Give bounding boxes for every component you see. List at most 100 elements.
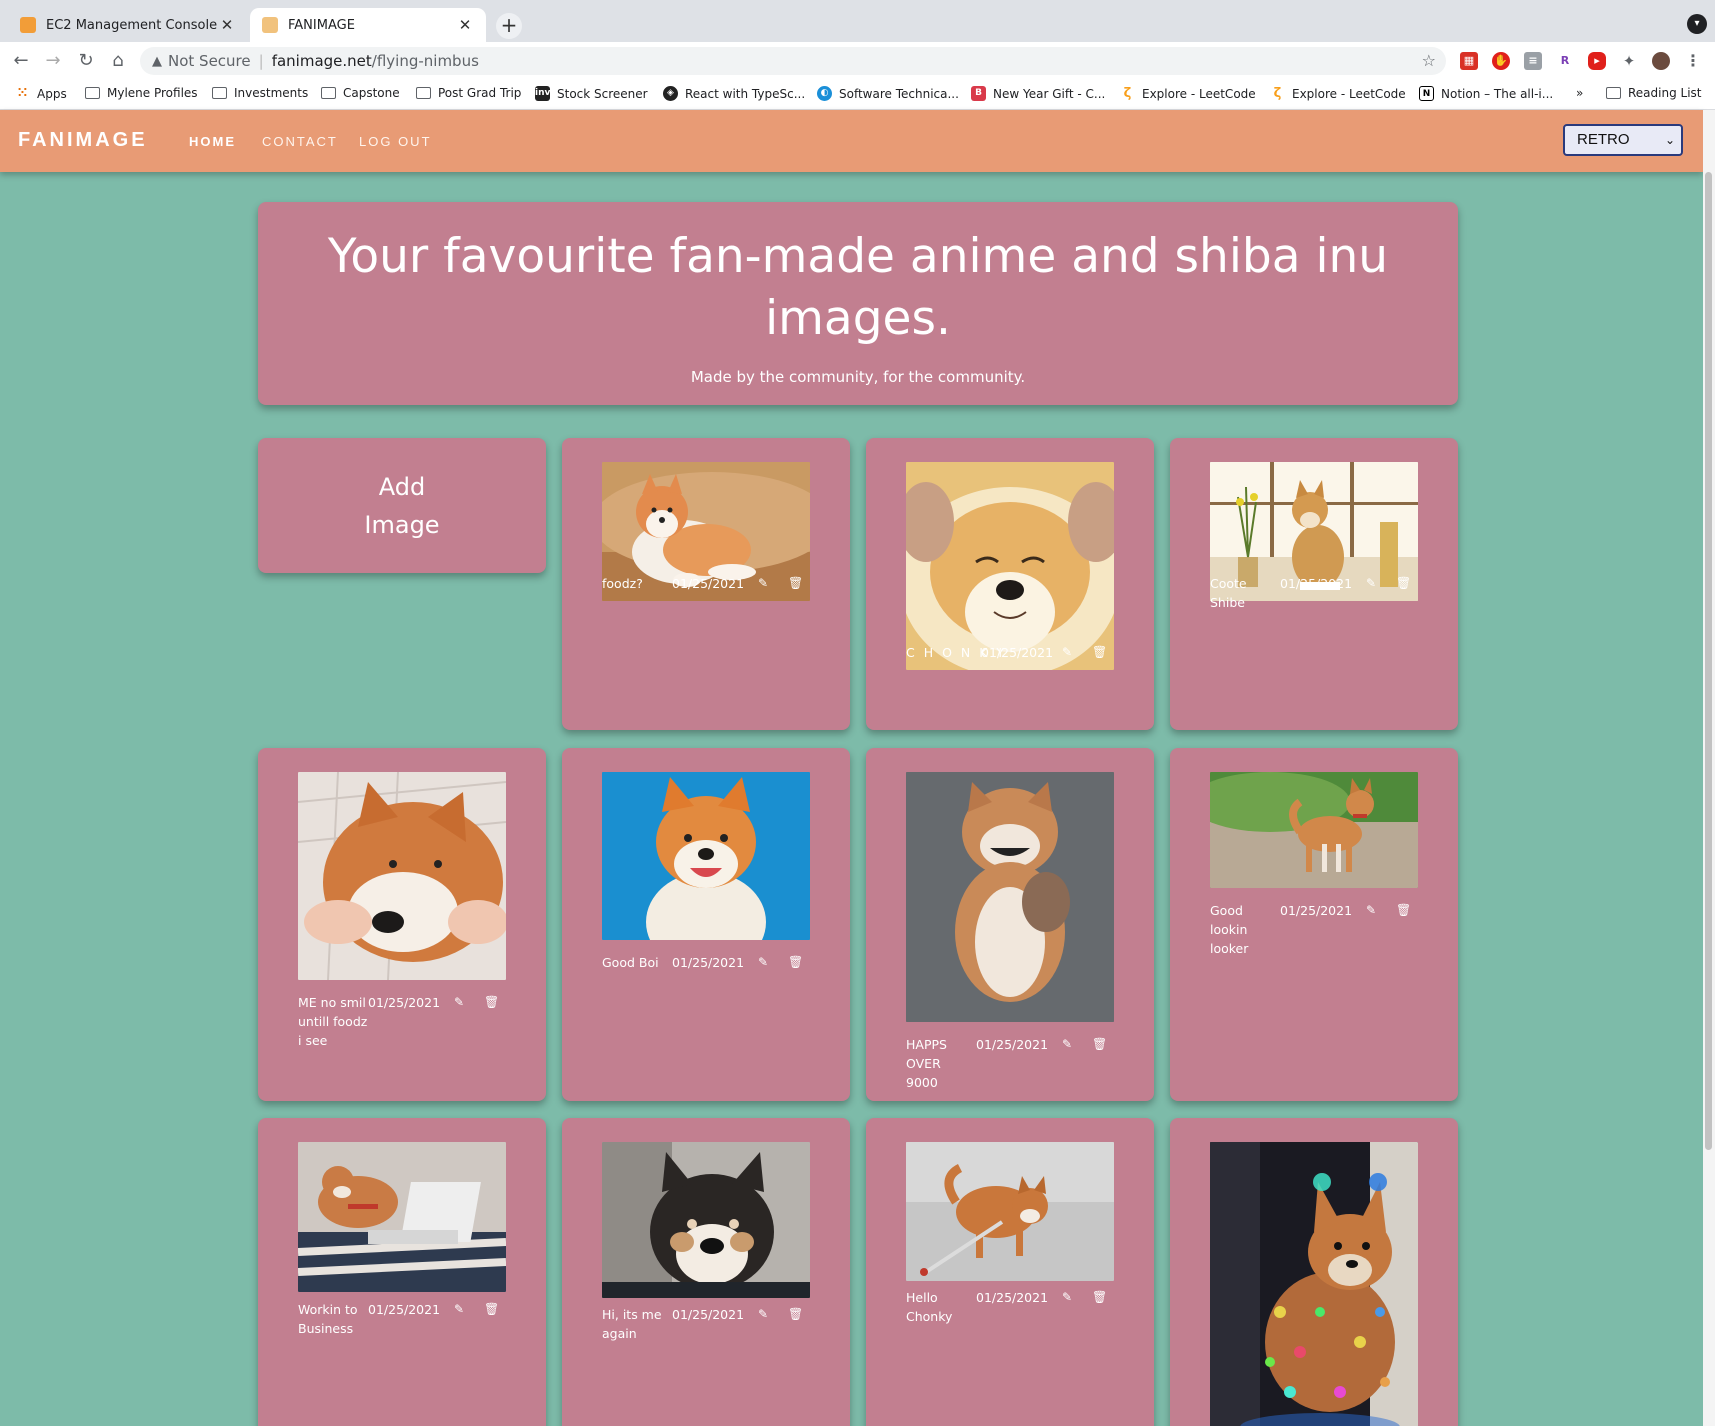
edit-icon[interactable]: ✎: [1366, 574, 1376, 593]
close-icon[interactable]: ✕: [456, 16, 474, 34]
shiba-photo[interactable]: [1210, 772, 1418, 888]
card-caption: Good lookin looker: [1210, 903, 1249, 956]
nav-contact[interactable]: CONTACT: [262, 134, 338, 149]
site-header: FANIMAGE HOME CONTACT LOG OUT RETRO ⌄: [0, 110, 1703, 172]
card-date: 01/25/2021: [672, 1307, 745, 1322]
bookmark-star-icon[interactable]: ☆: [1422, 51, 1436, 70]
bookmark-label: New Year Gift - C...: [993, 86, 1106, 101]
edit-icon[interactable]: ✎: [758, 1305, 768, 1324]
reading-list-button[interactable]: Reading List: [1606, 86, 1702, 100]
bookmark-software-technical[interactable]: ◐ Software Technica...: [817, 86, 959, 101]
bookmark-label: Apps: [37, 86, 67, 101]
notion-icon: N: [1419, 86, 1434, 101]
trash-icon[interactable]: 🗑: [788, 953, 803, 972]
shiba-photo[interactable]: [906, 772, 1114, 1022]
extension-video-icon[interactable]: ▸: [1588, 52, 1606, 70]
leetcode-icon: ζ: [1120, 86, 1135, 101]
shiba-photo[interactable]: [906, 462, 1114, 670]
bookmark-notion[interactable]: N Notion – The all-i...: [1419, 86, 1553, 101]
card-date: 01/25/2021: [672, 576, 745, 591]
hero-banner: Your favourite fan-made anime and shiba …: [258, 202, 1458, 405]
edit-icon[interactable]: ✎: [758, 574, 768, 593]
bookmark-new-year-gift[interactable]: B New Year Gift - C...: [971, 86, 1105, 101]
theme-select[interactable]: RETRO ⌄: [1563, 124, 1683, 156]
card-caption: Hello Chonky: [906, 1290, 953, 1324]
bookmark-label: React with TypeSc...: [685, 86, 806, 101]
bookmarks-overflow-button[interactable]: »: [1576, 86, 1583, 100]
trash-icon[interactable]: 🗑: [1092, 1035, 1107, 1054]
card-date: 01/25/2021: [976, 1290, 1049, 1305]
browser-toolbar: ← → ↻ ⌂ ▲ Not Secure | fanimage.net /fly…: [0, 42, 1715, 80]
edit-icon[interactable]: ✎: [1062, 1288, 1072, 1307]
forward-arrow-icon[interactable]: →: [42, 50, 64, 72]
apps-grid-icon: ⁙: [15, 86, 30, 101]
extensions-puzzle-icon[interactable]: ✦: [1620, 52, 1638, 70]
bookmark-mylene[interactable]: Mylene Profiles: [85, 86, 198, 100]
brand-logo[interactable]: FANIMAGE: [18, 129, 148, 152]
edit-icon[interactable]: ✎: [1062, 643, 1072, 662]
bookmark-apps[interactable]: ⁙ Apps: [15, 86, 67, 101]
browser-tab-bar: EC2 Management Console ✕ FANIMAGE ✕ + ▾: [0, 0, 1715, 42]
trash-icon[interactable]: 🗑: [484, 993, 499, 1012]
bookmark-post-grad-trip[interactable]: Post Grad Trip: [416, 86, 521, 100]
shiba-photo[interactable]: [298, 1142, 506, 1292]
card-date: 01/25/2021: [672, 955, 745, 970]
page-scrollbar[interactable]: [1703, 110, 1715, 1426]
shiba-photo[interactable]: [602, 1142, 810, 1298]
divider: |: [258, 52, 264, 70]
trash-icon[interactable]: 🗑: [1092, 1288, 1107, 1307]
card-date: 01/25/2021: [1280, 576, 1353, 591]
nav-logout[interactable]: LOG OUT: [359, 134, 432, 149]
edit-icon[interactable]: ✎: [1062, 1035, 1072, 1054]
shiba-photo[interactable]: [906, 1142, 1114, 1281]
security-label: Not Secure: [168, 52, 251, 70]
shiba-photo[interactable]: [602, 772, 810, 940]
bookmark-investments[interactable]: Investments: [212, 86, 308, 100]
tab-fanimage[interactable]: FANIMAGE ✕: [250, 8, 486, 42]
image-card: Workin to Business 01/25/2021 ✎ 🗑: [258, 1118, 546, 1426]
bookmark-react-typescript[interactable]: ◈ React with TypeSc...: [663, 86, 805, 101]
close-icon[interactable]: ✕: [218, 16, 236, 34]
bookmark-stock-screener[interactable]: inv Stock Screener: [535, 86, 648, 101]
tab-search-icon[interactable]: ▾: [1687, 14, 1707, 34]
new-tab-button[interactable]: +: [496, 13, 522, 39]
extension-gray-icon[interactable]: ≡: [1524, 52, 1542, 70]
bookmark-leetcode-2[interactable]: ζ Explore - LeetCode: [1270, 86, 1406, 101]
trash-icon[interactable]: 🗑: [788, 574, 803, 593]
extension-calendar-icon[interactable]: ▦: [1460, 52, 1478, 70]
trash-icon[interactable]: 🗑: [788, 1305, 803, 1324]
folder-icon: [321, 87, 336, 99]
more-menu-icon[interactable]: ⋮: [1684, 52, 1702, 70]
edit-icon[interactable]: ✎: [1366, 901, 1376, 920]
extension-adblock-icon[interactable]: ✋: [1492, 52, 1510, 70]
add-image-card[interactable]: Add Image: [258, 438, 546, 573]
extension-r-icon[interactable]: R: [1556, 52, 1574, 70]
nav-home[interactable]: HOME: [189, 134, 236, 149]
edit-icon[interactable]: ✎: [454, 993, 464, 1012]
shiba-photo[interactable]: [1210, 1142, 1418, 1426]
folder-icon: [416, 87, 431, 99]
trash-icon[interactable]: 🗑: [484, 1300, 499, 1319]
bookmark-label: Explore - LeetCode: [1292, 86, 1406, 101]
reload-icon[interactable]: ↻: [75, 50, 97, 72]
bookmark-leetcode-1[interactable]: ζ Explore - LeetCode: [1120, 86, 1256, 101]
folder-icon: [85, 87, 100, 99]
bookmark-capstone[interactable]: Capstone: [321, 86, 400, 100]
reading-list-icon: [1606, 87, 1621, 99]
trash-icon[interactable]: 🗑: [1092, 643, 1107, 662]
trash-icon[interactable]: 🗑: [1396, 901, 1411, 920]
image-card: C H O N K Y 01/25/2021 ✎ 🗑: [866, 438, 1154, 730]
bookmark-label: Capstone: [343, 86, 400, 100]
trash-icon[interactable]: 🗑: [1396, 574, 1411, 593]
shiba-photo[interactable]: [298, 772, 506, 980]
scrollbar-thumb[interactable]: [1705, 172, 1712, 1150]
profile-avatar[interactable]: [1652, 52, 1670, 70]
edit-icon[interactable]: ✎: [758, 953, 768, 972]
edit-icon[interactable]: ✎: [454, 1300, 464, 1319]
card-caption: HAPPS OVER 9000: [906, 1037, 947, 1090]
tab-ec2[interactable]: EC2 Management Console ✕: [8, 8, 248, 42]
home-icon[interactable]: ⌂: [107, 50, 129, 72]
image-card: Hello Chonky 01/25/2021 ✎ 🗑: [866, 1118, 1154, 1426]
address-bar[interactable]: ▲ Not Secure | fanimage.net /flying-nimb…: [140, 47, 1446, 75]
back-arrow-icon[interactable]: ←: [10, 50, 32, 72]
